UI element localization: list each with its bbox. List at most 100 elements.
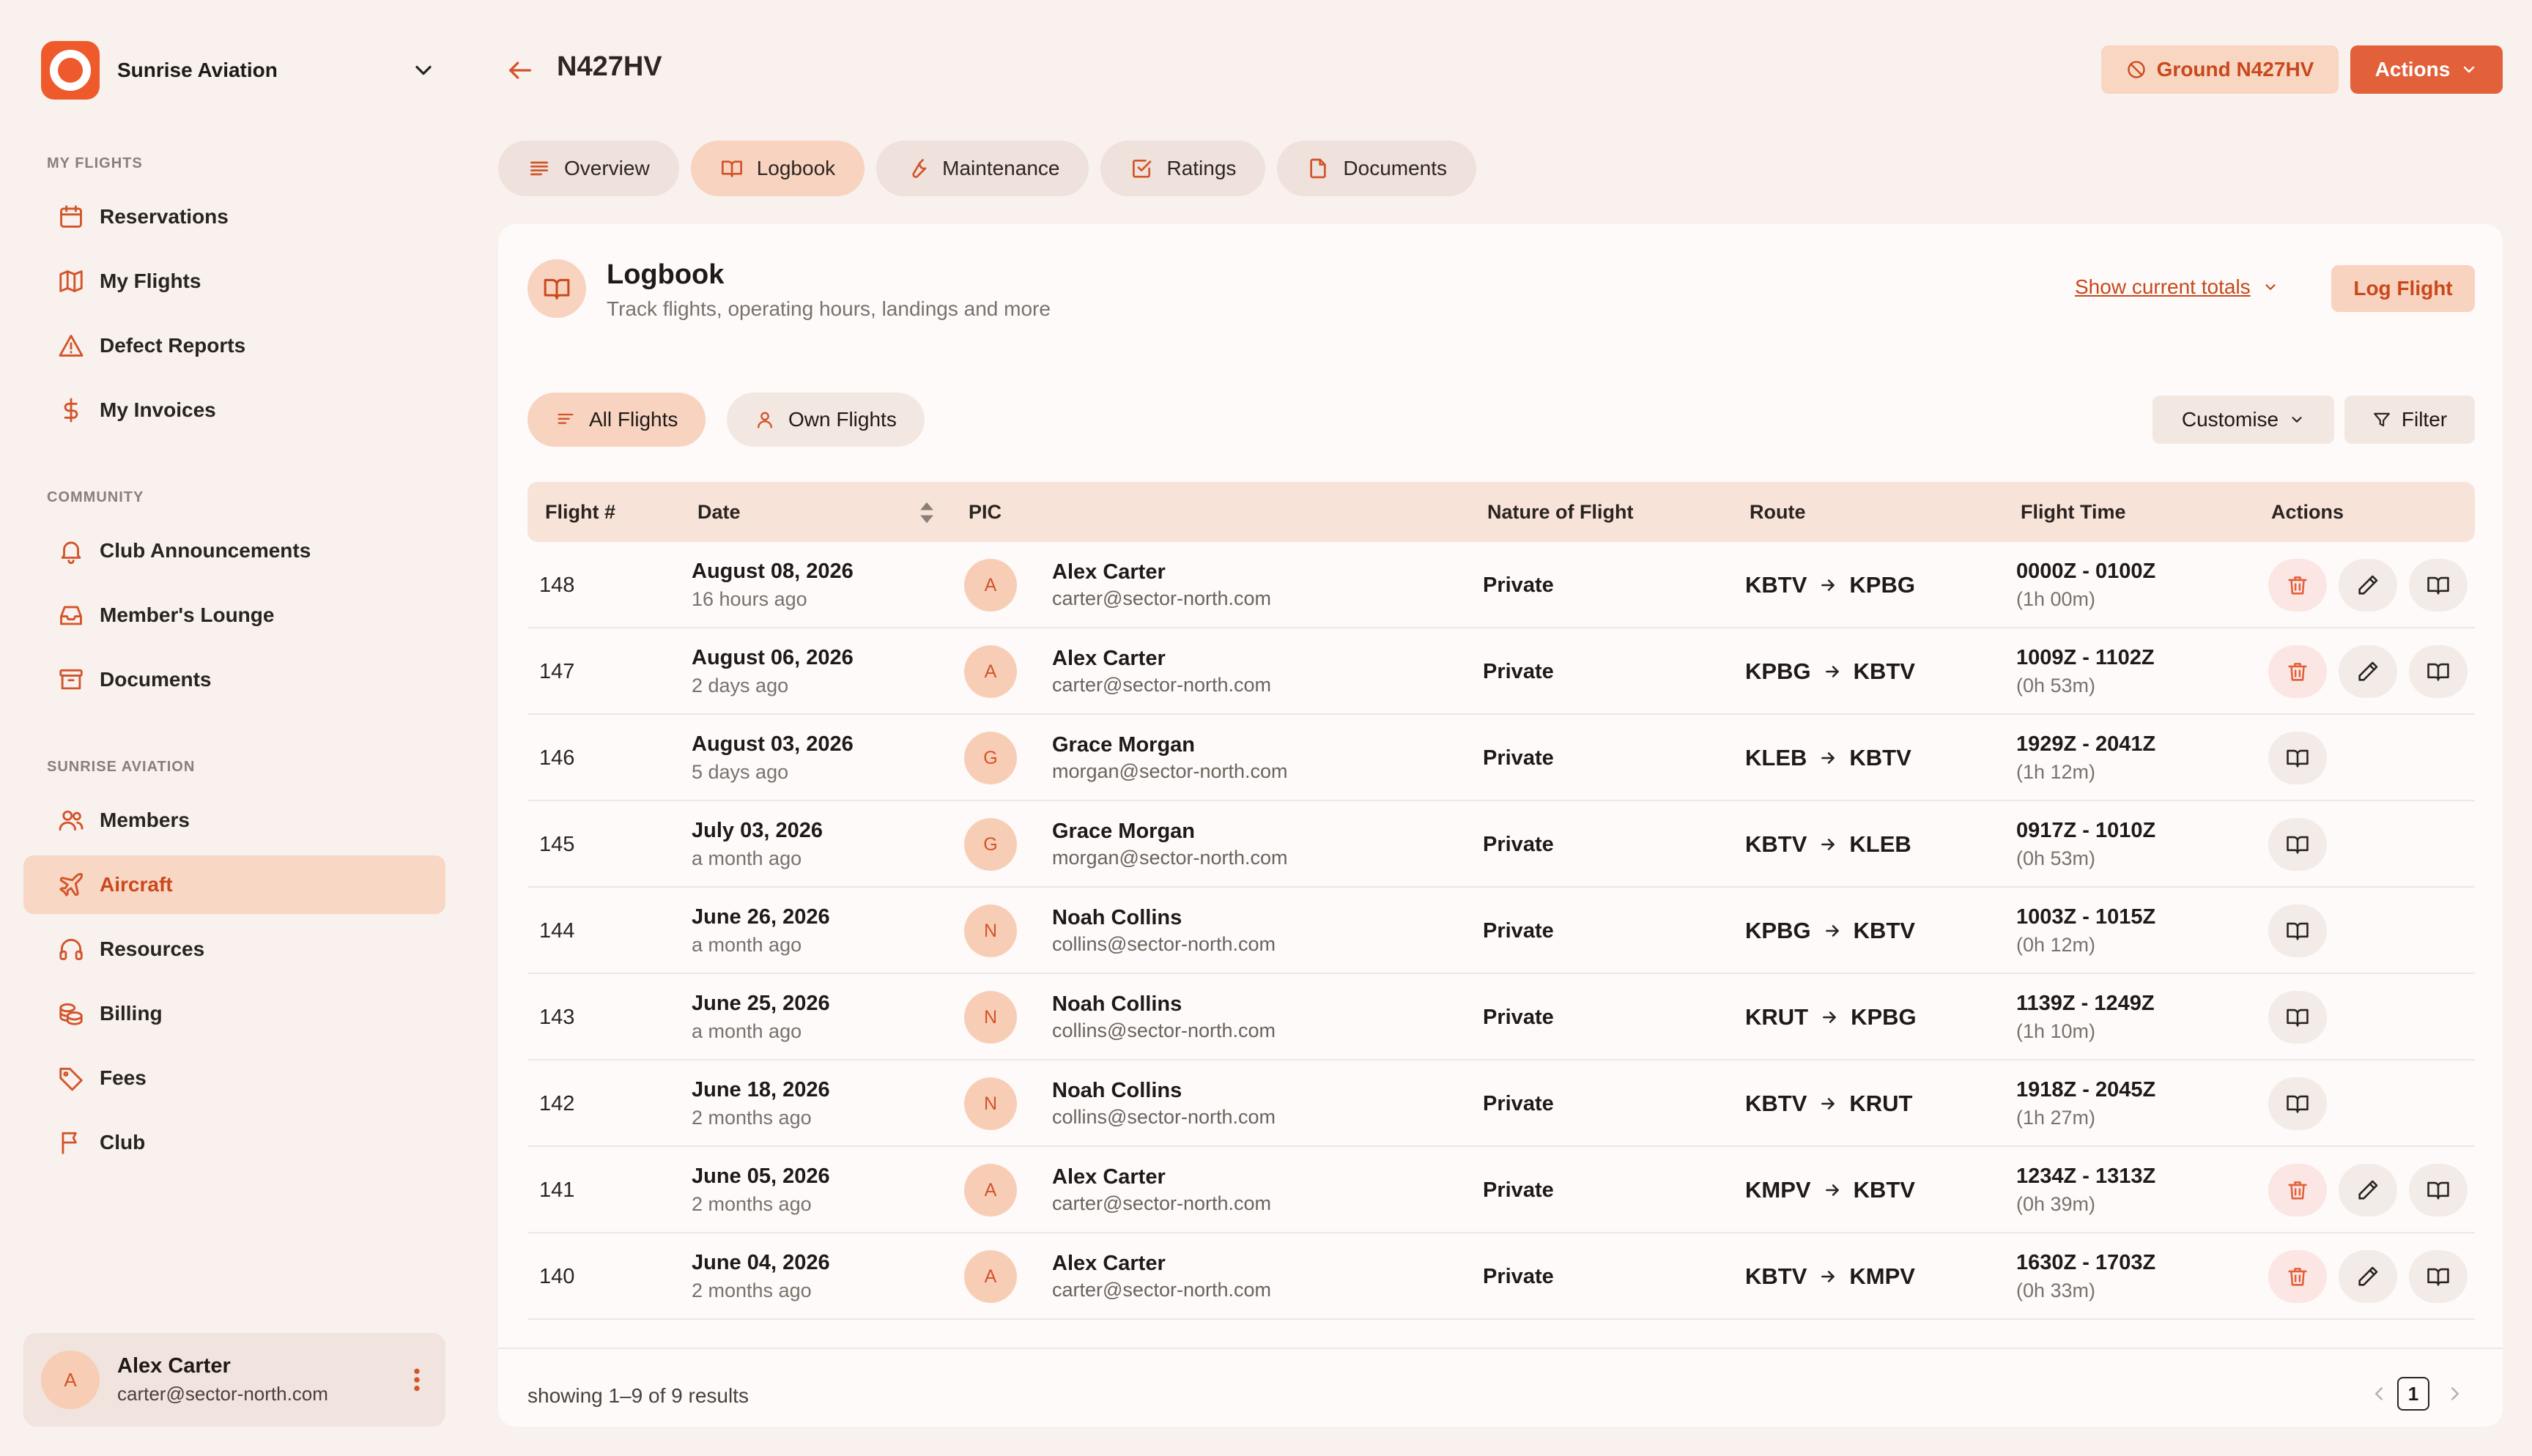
flight-time-cell: 1003Z - 1015Z (0h 12m) [2016,888,2155,974]
page-title: N427HV [557,51,662,82]
sidebar-item-fees[interactable]: Fees [23,1049,445,1107]
sidebar-item-club-announcements[interactable]: Club Announcements [23,521,445,580]
chevron-right-icon[interactable] [2444,1383,2466,1405]
table-row[interactable]: 141 June 05, 2026 2 months ago A Alex Ca… [528,1147,2475,1233]
tab-maintenance[interactable]: Maintenance [876,141,1089,196]
chevron-left-icon[interactable] [2368,1383,2390,1405]
view-logbook-button[interactable] [2409,1164,2468,1217]
results-count: showing 1–9 of 9 results [528,1384,749,1407]
route-origin: KBTV [1745,831,1807,857]
delete-button[interactable] [2268,1164,2327,1217]
sidebar-item-documents[interactable]: Documents [23,650,445,709]
sidebar-item-my-flights[interactable]: My Flights [23,252,445,311]
tab-label: Logbook [756,157,836,179]
table-row[interactable]: 145 July 03, 2026 a month ago G Grace Mo… [528,801,2475,888]
plane-icon [59,873,83,896]
view-logbook-button[interactable] [2268,1077,2327,1130]
pic-cell: Alex Carter carter@sector-north.com [1052,1233,1271,1320]
table-row[interactable]: 142 June 18, 2026 2 months ago N Noah Co… [528,1061,2475,1147]
date-cell: August 08, 2026 16 hours ago [692,542,854,628]
sidebar-item-aircraft[interactable]: Aircraft [23,855,445,914]
view-logbook-button[interactable] [2409,1250,2468,1303]
view-logbook-button[interactable] [2268,732,2327,784]
tab-overview[interactable]: Overview [498,141,679,196]
sidebar-item-my-invoices[interactable]: My Invoices [23,381,445,439]
flight-duration: (1h 00m) [2016,588,2096,610]
flight-date: August 08, 2026 [692,560,854,583]
book-icon [721,160,742,177]
relative-date: a month ago [692,847,802,869]
customise-button[interactable]: Customise [2152,395,2334,444]
delete-button[interactable] [2268,559,2327,612]
view-logbook-button[interactable] [2268,991,2327,1044]
delete-button[interactable] [2268,645,2327,698]
edit-button[interactable] [2339,1250,2397,1303]
edit-button[interactable] [2339,559,2397,612]
route-origin: KPBG [1745,918,1811,943]
pencil-icon [2358,1180,2378,1200]
table-row[interactable]: 147 August 06, 2026 2 days ago A Alex Ca… [528,628,2475,715]
tab-ratings[interactable]: Ratings [1100,141,1266,196]
view-logbook-button[interactable] [2268,905,2327,957]
pic-name: Alex Carter [1052,1252,1166,1275]
pic-name: Noah Collins [1052,906,1182,929]
table-row[interactable]: 140 June 04, 2026 2 months ago A Alex Ca… [528,1233,2475,1320]
flight-time: 1234Z - 1313Z [2016,1165,2156,1188]
tab-documents[interactable]: Documents [1277,141,1477,196]
table-row[interactable]: 143 June 25, 2026 a month ago N Noah Col… [528,974,2475,1061]
page-number[interactable]: 1 [2397,1377,2429,1411]
pic-cell: Alex Carter carter@sector-north.com [1052,542,1271,628]
flight-date: June 25, 2026 [692,992,830,1015]
edit-button[interactable] [2339,645,2397,698]
book-icon [2427,1181,2449,1200]
tab-logbook[interactable]: Logbook [690,141,865,196]
table-row[interactable]: 144 June 26, 2026 a month ago N Noah Col… [528,888,2475,974]
back-arrow-icon[interactable] [506,56,535,85]
section-label-my-flights: MY FLIGHTS [47,155,143,171]
flight-duration: (1h 12m) [2016,761,2096,783]
table-row[interactable]: 148 August 08, 2026 16 hours ago A Alex … [528,542,2475,628]
view-logbook-button[interactable] [2409,645,2468,698]
delete-button[interactable] [2268,1250,2327,1303]
lines-icon [558,413,574,424]
pic-avatar: A [964,559,1017,612]
sidebar-item-label: Documents [100,668,212,691]
filter-all-flights[interactable]: All Flights [528,393,706,447]
org-switcher[interactable]: Sunrise Aviation [41,41,437,100]
pic-email: carter@sector-north.com [1052,1192,1271,1214]
edit-button[interactable] [2339,1164,2397,1217]
view-logbook-button[interactable] [2268,818,2327,871]
pic-cell: Grace Morgan morgan@sector-north.com [1052,801,1288,888]
route-origin: KBTV [1745,1091,1807,1116]
filter-own-flights[interactable]: Own Flights [727,393,925,447]
filter-button[interactable]: Filter [2344,395,2475,444]
sidebar-item-club[interactable]: Club [23,1113,445,1172]
pic-avatar: N [964,991,1017,1044]
view-logbook-button[interactable] [2409,559,2468,612]
map-icon [59,270,83,292]
show-totals-label: Show current totals [2075,275,2251,298]
sidebar-item-members[interactable]: Members [23,791,445,850]
more-vertical-icon[interactable] [406,1365,428,1394]
section-title: Logbook [607,259,725,290]
pic-email: carter@sector-north.com [1052,1279,1271,1301]
sidebar-item-reservations[interactable]: Reservations [23,187,445,246]
sidebar-item-defect-reports[interactable]: Defect Reports [23,316,445,375]
actions-button[interactable]: Actions [2350,45,2503,94]
route-origin: KBTV [1745,572,1807,598]
book-icon [2287,1095,2309,1113]
sidebar-item-billing[interactable]: Billing [23,984,445,1043]
flight-number: 148 [539,573,575,597]
tab-label: Ratings [1166,157,1237,179]
log-flight-button[interactable]: Log Flight [2331,265,2475,312]
sidebar-item-resources[interactable]: Resources [23,920,445,978]
sidebar-item-members-lounge[interactable]: Member's Lounge [23,586,445,645]
show-totals-link[interactable]: Show current totals [2075,275,2279,299]
sort-icon[interactable] [919,501,935,524]
filter-label: Filter [2401,408,2448,431]
column-header-date[interactable]: Date [697,482,741,542]
current-user-card[interactable]: A Alex Carter carter@sector-north.com [23,1333,445,1427]
relative-date: 2 months ago [692,1107,812,1129]
table-row[interactable]: 146 August 03, 2026 5 days ago G Grace M… [528,715,2475,801]
ground-aircraft-button[interactable]: Ground N427HV [2101,45,2339,94]
